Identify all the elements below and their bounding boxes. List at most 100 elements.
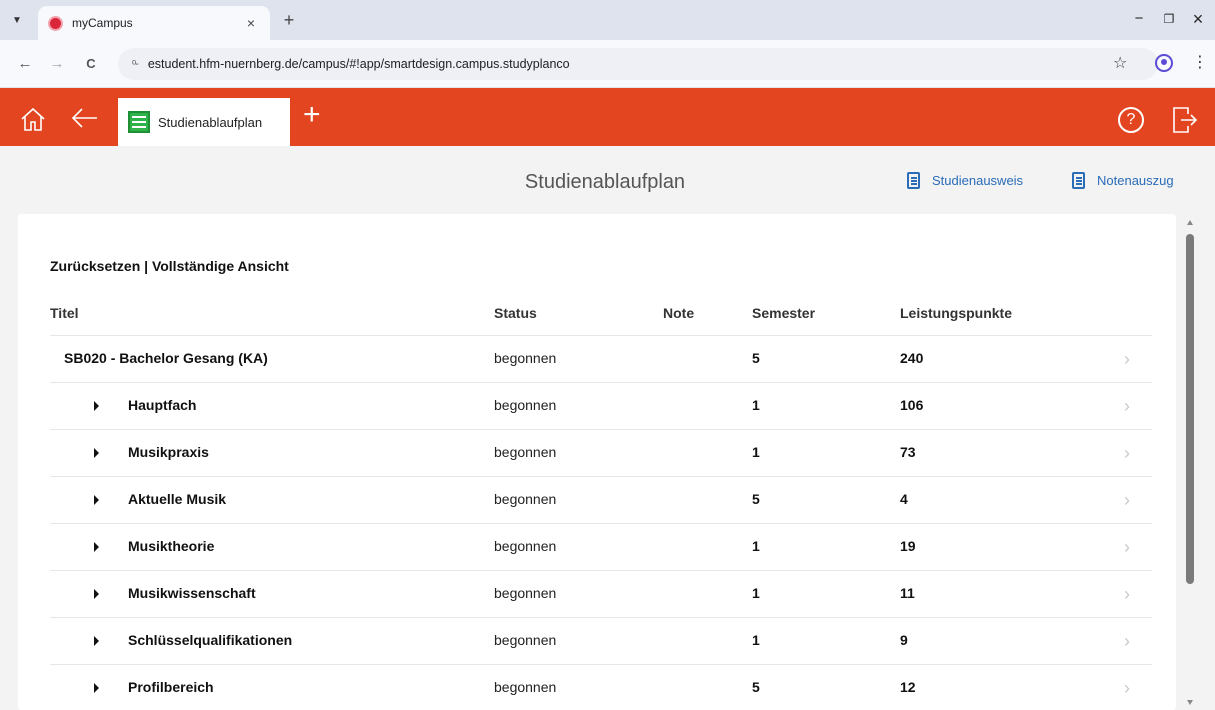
column-header-status: Status [494,305,537,321]
table-row[interactable]: Hauptfach begonnen 1 106 › [50,382,1152,429]
row-semester: 1 [752,397,760,413]
tab-search-chevron-icon[interactable]: ▼ [6,9,28,31]
row-points: 73 [900,444,916,460]
row-points: 9 [900,632,908,648]
browser-menu-icon[interactable]: ⋮ [1192,52,1208,72]
scroll-down-arrow-icon[interactable] [1187,700,1193,705]
address-bar[interactable]: ᵒ- estudent.hfm-nuernberg.de/campus/#!ap… [118,48,1158,80]
table-row-program[interactable]: SB020 - Bachelor Gesang (KA) begonnen 5 … [50,335,1152,382]
row-semester: 1 [752,632,760,648]
chevron-right-icon[interactable]: › [1124,443,1130,464]
row-status: begonnen [494,444,557,460]
table-row[interactable]: Musiktheorie begonnen 1 19 › [50,523,1152,570]
row-points: 106 [900,397,924,413]
expand-caret-icon[interactable] [94,401,99,411]
row-title: Musiktheorie [128,538,215,554]
expand-caret-icon[interactable] [94,683,99,693]
page-title: Studienablaufplan [524,171,686,193]
row-semester: 5 [752,679,760,695]
row-title: SB020 - Bachelor Gesang (KA) [64,350,268,366]
row-status: begonnen [494,585,557,601]
row-status: begonnen [494,538,557,554]
studienausweis-link[interactable]: Studienausweis [907,172,1023,189]
row-title: Musikpraxis [128,444,209,460]
expand-caret-icon[interactable] [94,448,99,458]
row-semester: 1 [752,444,760,460]
notenauszug-link[interactable]: Notenauszug [1072,172,1174,189]
table-row[interactable]: Musikpraxis begonnen 1 73 › [50,429,1152,476]
row-semester: 5 [752,350,760,366]
expand-caret-icon[interactable] [94,495,99,505]
spreadsheet-icon [128,111,150,133]
document-icon [1072,172,1085,189]
url-text[interactable]: estudent.hfm-nuernberg.de/campus/#!app/s… [148,57,570,71]
expand-caret-icon[interactable] [94,636,99,646]
column-header-titel: Titel [50,305,79,321]
tab-studienablaufplan[interactable]: Studienablaufplan [118,98,290,146]
browser-tab-strip: ▼ myCampus × + − ❐ × [0,0,1215,40]
profile-avatar-icon[interactable] [1155,54,1173,72]
chevron-right-icon[interactable]: › [1124,490,1130,511]
restore-button[interactable]: ❐ [1155,8,1183,32]
chevron-right-icon[interactable]: › [1124,678,1130,699]
row-status: begonnen [494,679,557,695]
row-points: 12 [900,679,916,695]
help-icon[interactable]: ? [1118,107,1144,133]
table-row[interactable]: Musikwissenschaft begonnen 1 11 › [50,570,1152,617]
app-header: Studienablaufplan + ? [0,88,1215,146]
add-tab-plus-icon[interactable]: + [303,100,321,130]
row-points: 4 [900,491,908,507]
page-subheader: Studienablaufplan Studienausweis Notenau… [0,146,1215,214]
studienausweis-label: Studienausweis [932,173,1024,188]
row-status: begonnen [494,632,557,648]
study-plan-panel: Zurücksetzen | Vollständige Ansicht Tite… [18,214,1176,710]
chevron-right-icon[interactable]: › [1124,349,1130,370]
logout-icon[interactable] [1172,106,1198,134]
notenauszug-label: Notenauszug [1097,173,1174,188]
chevron-right-icon[interactable]: › [1124,396,1130,417]
forward-arrow-icon[interactable]: → [46,54,68,76]
row-semester: 1 [752,538,760,554]
chevron-right-icon[interactable]: › [1124,537,1130,558]
row-status: begonnen [494,491,557,507]
row-title: Aktuelle Musik [128,491,227,507]
column-header-note: Note [663,305,695,321]
row-title: Schlüsselqualifikationen [128,632,293,648]
app-tab-label: Studienablaufplan [158,114,263,130]
table-row[interactable]: Profilbereich begonnen 5 12 › [50,664,1152,710]
row-status: begonnen [494,397,557,413]
row-points: 240 [900,350,924,366]
row-title: Musikwissenschaft [128,585,256,601]
document-icon [907,172,920,189]
scroll-up-arrow-icon[interactable] [1187,220,1193,225]
browser-tab-title: myCampus [72,16,133,30]
expand-caret-icon[interactable] [94,542,99,552]
row-points: 19 [900,538,916,554]
reload-icon[interactable]: C [80,54,102,76]
table-row[interactable]: Schlüsselqualifikationen begonnen 1 9 › [50,617,1152,664]
row-semester: 1 [752,585,760,601]
table-row[interactable]: Aktuelle Musik begonnen 5 4 › [50,476,1152,523]
minimize-button[interactable]: − [1125,8,1153,32]
column-header-leistungspunkte: Leistungspunkte [900,305,1013,321]
new-tab-button[interactable]: + [277,9,301,33]
site-info-icon[interactable]: ᵒ- [132,58,139,70]
vertical-scrollbar-thumb[interactable] [1186,234,1194,584]
row-title: Profilbereich [128,679,214,695]
home-icon[interactable] [20,106,46,132]
back-arrow-icon[interactable]: ← [14,54,36,76]
column-header-semester: Semester [752,305,816,321]
tab-close-icon[interactable]: × [242,15,260,31]
reset-full-view-links[interactable]: Zurücksetzen | Vollständige Ansicht [50,258,289,274]
chevron-right-icon[interactable]: › [1124,631,1130,652]
browser-toolbar: ← → C ᵒ- estudent.hfm-nuernberg.de/campu… [0,40,1215,88]
row-title: Hauptfach [128,397,197,413]
bookmark-star-icon[interactable]: ☆ [1113,53,1127,73]
window-close-button[interactable]: × [1184,8,1212,32]
row-semester: 5 [752,491,760,507]
chevron-right-icon[interactable]: › [1124,584,1130,605]
row-points: 11 [900,585,915,601]
browser-tab[interactable]: myCampus × [38,6,270,40]
expand-caret-icon[interactable] [94,589,99,599]
back-arrow-app-icon[interactable] [70,106,98,130]
